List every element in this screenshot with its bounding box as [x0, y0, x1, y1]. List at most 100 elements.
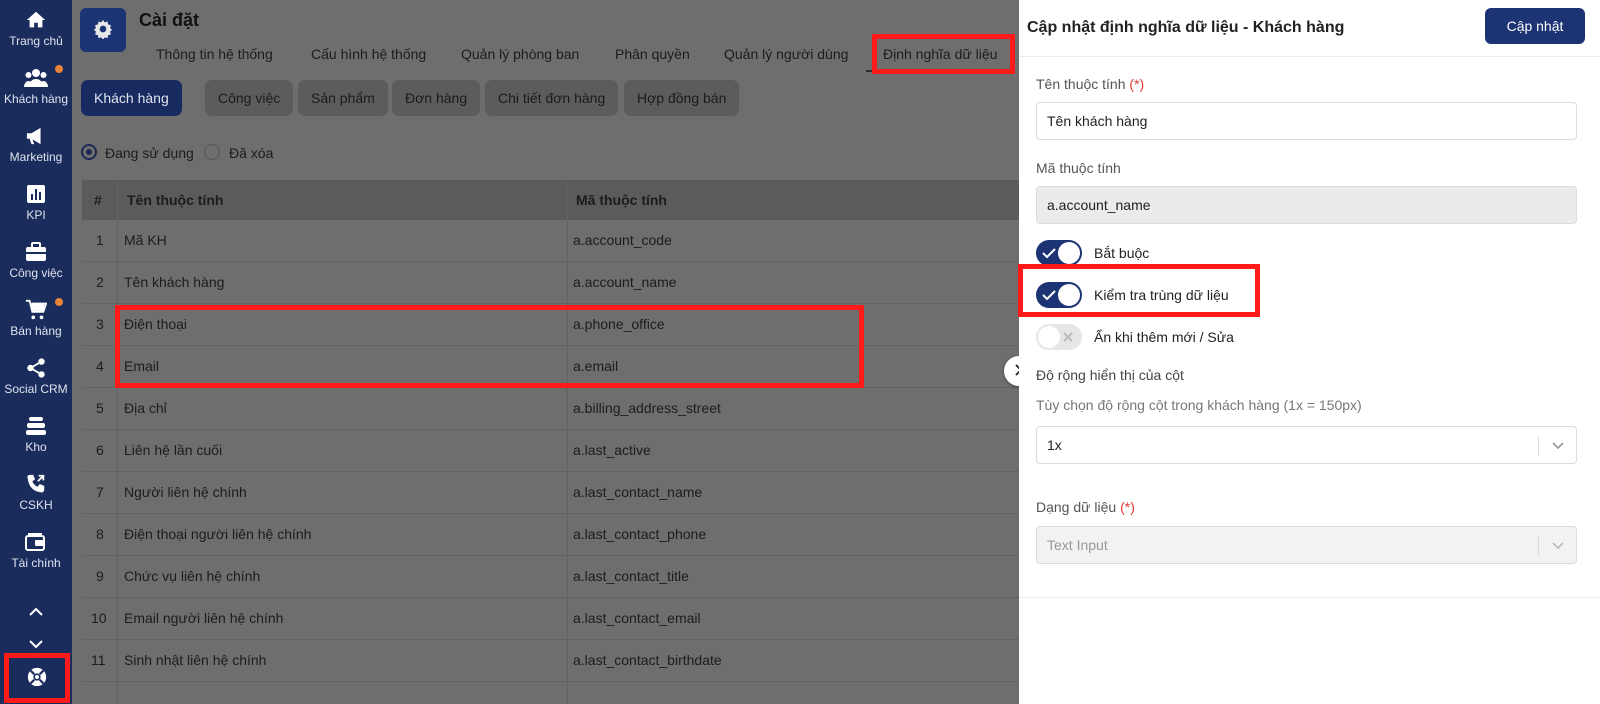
- table-row[interactable]: 11 Sinh nhật liên hệ chính a.last_contact_…: [82, 640, 1022, 682]
- tab-quan-ly-phong-ban[interactable]: Quản lý phòng ban: [461, 46, 579, 62]
- share-icon: [24, 356, 48, 380]
- nav-label: Khách hàng: [3, 92, 69, 106]
- cell-name: Mã KH: [124, 232, 167, 248]
- cell-name: Sinh nhật liên hệ chính: [124, 652, 267, 668]
- radio-in-use[interactable]: [81, 144, 97, 160]
- table-header: # Tên thuộc tính Mã thuộc tính: [82, 180, 1022, 220]
- cart-icon: [24, 298, 48, 322]
- required-toggle[interactable]: [1036, 240, 1082, 266]
- briefcase-icon: [24, 240, 48, 264]
- name-label-text: Tên thuộc tính: [1036, 76, 1126, 92]
- subtab-chi-tiet-don-hang[interactable]: Chi tiết đơn hàng: [485, 80, 619, 116]
- cell-code: a.account_name: [573, 274, 677, 290]
- help-button[interactable]: [4, 653, 70, 703]
- required-label: Bắt buộc: [1094, 245, 1150, 261]
- highlight-box: [872, 34, 1015, 74]
- toggle-knob: [1038, 326, 1060, 348]
- nav-label: Social CRM: [4, 382, 68, 396]
- col-name: Tên thuộc tính: [127, 192, 224, 208]
- nav-social-crm[interactable]: Social CRM: [0, 350, 72, 406]
- subtab-don-hang[interactable]: Đơn hàng: [392, 80, 481, 116]
- update-definition-panel: Cập nhật định nghĩa dữ liệu - Khách hàng…: [1019, 0, 1600, 704]
- cell-index: 3: [96, 316, 104, 332]
- table-row[interactable]: 5 Địa chỉ a.billing_address_street: [82, 388, 1022, 430]
- cell-code: a.last_contact_title: [573, 568, 689, 584]
- cell-index: 2: [96, 274, 104, 290]
- scroll-up-button[interactable]: [24, 602, 48, 622]
- phone-icon: [24, 472, 48, 496]
- hide-on-edit-label: Ẩn khi thêm mới / Sửa: [1094, 329, 1234, 345]
- column-width-select[interactable]: 1x: [1036, 426, 1577, 464]
- x-icon: [1062, 330, 1074, 346]
- subtab-khach-hang[interactable]: Khách hàng: [81, 80, 182, 116]
- toggle-knob: [1058, 242, 1080, 264]
- nav-cong-viec[interactable]: Công việc: [0, 234, 72, 290]
- cell-name: Chức vụ liên hệ chính: [124, 568, 261, 584]
- table-row[interactable]: 1 Mã KH a.account_code: [82, 220, 1022, 262]
- highlight-box: [115, 305, 864, 388]
- table-row[interactable]: 10 Email người liên hệ chính a.last_contac…: [82, 598, 1022, 640]
- nav-kpi[interactable]: KPI: [0, 176, 72, 232]
- nav-label: CSKH: [19, 498, 53, 512]
- data-type-select: Text Input: [1036, 526, 1577, 564]
- table-row[interactable]: 7 Người liên hệ chính a.last_contact_name: [82, 472, 1022, 514]
- cell-code: a.last_contact_phone: [573, 526, 707, 542]
- tab-cau-hinh-he-thong[interactable]: Cấu hình hệ thống: [311, 46, 426, 62]
- nav-tai-chinh[interactable]: Tài chính: [0, 524, 72, 580]
- cell-name: Điện thoại người liên hệ chính: [124, 526, 312, 542]
- nav-trang-chu[interactable]: Trang chủ: [0, 2, 72, 58]
- tab-phan-quyen[interactable]: Phân quyền: [615, 46, 690, 62]
- nav-label: KPI: [26, 208, 46, 222]
- subtab-san-pham[interactable]: Sản phẩm: [298, 80, 388, 116]
- col-index: #: [94, 192, 102, 208]
- nav-kho[interactable]: Kho: [0, 408, 72, 464]
- check-icon: [1042, 246, 1056, 262]
- megaphone-icon: [24, 124, 48, 148]
- cell-index: 9: [96, 568, 104, 584]
- users-icon: [24, 66, 48, 90]
- required-mark: (*): [1129, 76, 1145, 92]
- table-row[interactable]: 2 Tên khách hàng a.account_name: [82, 262, 1022, 304]
- tab-thong-tin-he-thong[interactable]: Thông tin hệ thống: [156, 46, 273, 62]
- scroll-down-button[interactable]: [24, 634, 48, 654]
- radio-deleted[interactable]: [204, 144, 220, 160]
- subtab-cong-viec[interactable]: Công việc: [205, 80, 294, 116]
- cell-code: a.last_contact_name: [573, 484, 703, 500]
- cell-name: Email người liên hệ chính: [124, 610, 284, 626]
- radio-deleted-label: Đã xóa: [229, 145, 274, 161]
- nav-label: Marketing: [9, 150, 63, 164]
- subtab-hop-dong-ban[interactable]: Hợp đồng bán: [624, 80, 740, 116]
- cell-name: Địa chỉ: [124, 400, 167, 416]
- attribute-name-input[interactable]: Tên khách hàng: [1036, 102, 1577, 140]
- table-row[interactable]: 9 Chức vụ liên hệ chính a.last_contact_tit…: [82, 556, 1022, 598]
- panel-title: Cập nhật định nghĩa dữ liệu - Khách hàng: [1027, 19, 1345, 36]
- table-row[interactable]: 8 Điện thoại người liên hệ chính a.last_co…: [82, 514, 1022, 556]
- nav-label: Công việc: [9, 266, 63, 280]
- settings-header-icon: [80, 8, 126, 52]
- nav-label: Trang chủ: [9, 34, 63, 48]
- cell-code: a.account_code: [573, 232, 672, 248]
- table-row[interactable]: 6 Liên hệ lần cuối a.last_active: [82, 430, 1022, 472]
- nav-cskh[interactable]: CSKH: [0, 466, 72, 522]
- notification-dot: [55, 298, 63, 306]
- cell-code: a.last_contact_birthdate: [573, 652, 722, 668]
- cell-index: 8: [96, 526, 104, 542]
- lifebuoy-icon: [26, 666, 48, 691]
- cell-index: 4: [96, 358, 104, 374]
- wallet-icon: [24, 530, 48, 554]
- radio-in-use-label: Đang sử dụng: [105, 145, 194, 161]
- nav-marketing[interactable]: Marketing: [0, 118, 72, 174]
- update-button[interactable]: Cập nhật: [1485, 8, 1585, 44]
- divider: [1019, 56, 1600, 57]
- code-label: Mã thuộc tính: [1036, 160, 1121, 176]
- tab-quan-ly-nguoi-dung[interactable]: Quản lý người dùng: [724, 46, 848, 62]
- column-width-label: Độ rộng hiển thị của cột: [1036, 367, 1184, 383]
- hide-on-edit-toggle[interactable]: [1036, 324, 1082, 350]
- cell-code: a.last_contact_email: [573, 610, 701, 626]
- cell-code: a.billing_address_street: [573, 400, 721, 416]
- cell-name: Tên khách hàng: [124, 274, 225, 290]
- notification-dot: [55, 65, 63, 73]
- cell-index: 1: [96, 232, 104, 248]
- nav-label: Tài chính: [11, 556, 61, 570]
- cell-index: 5: [96, 400, 104, 416]
